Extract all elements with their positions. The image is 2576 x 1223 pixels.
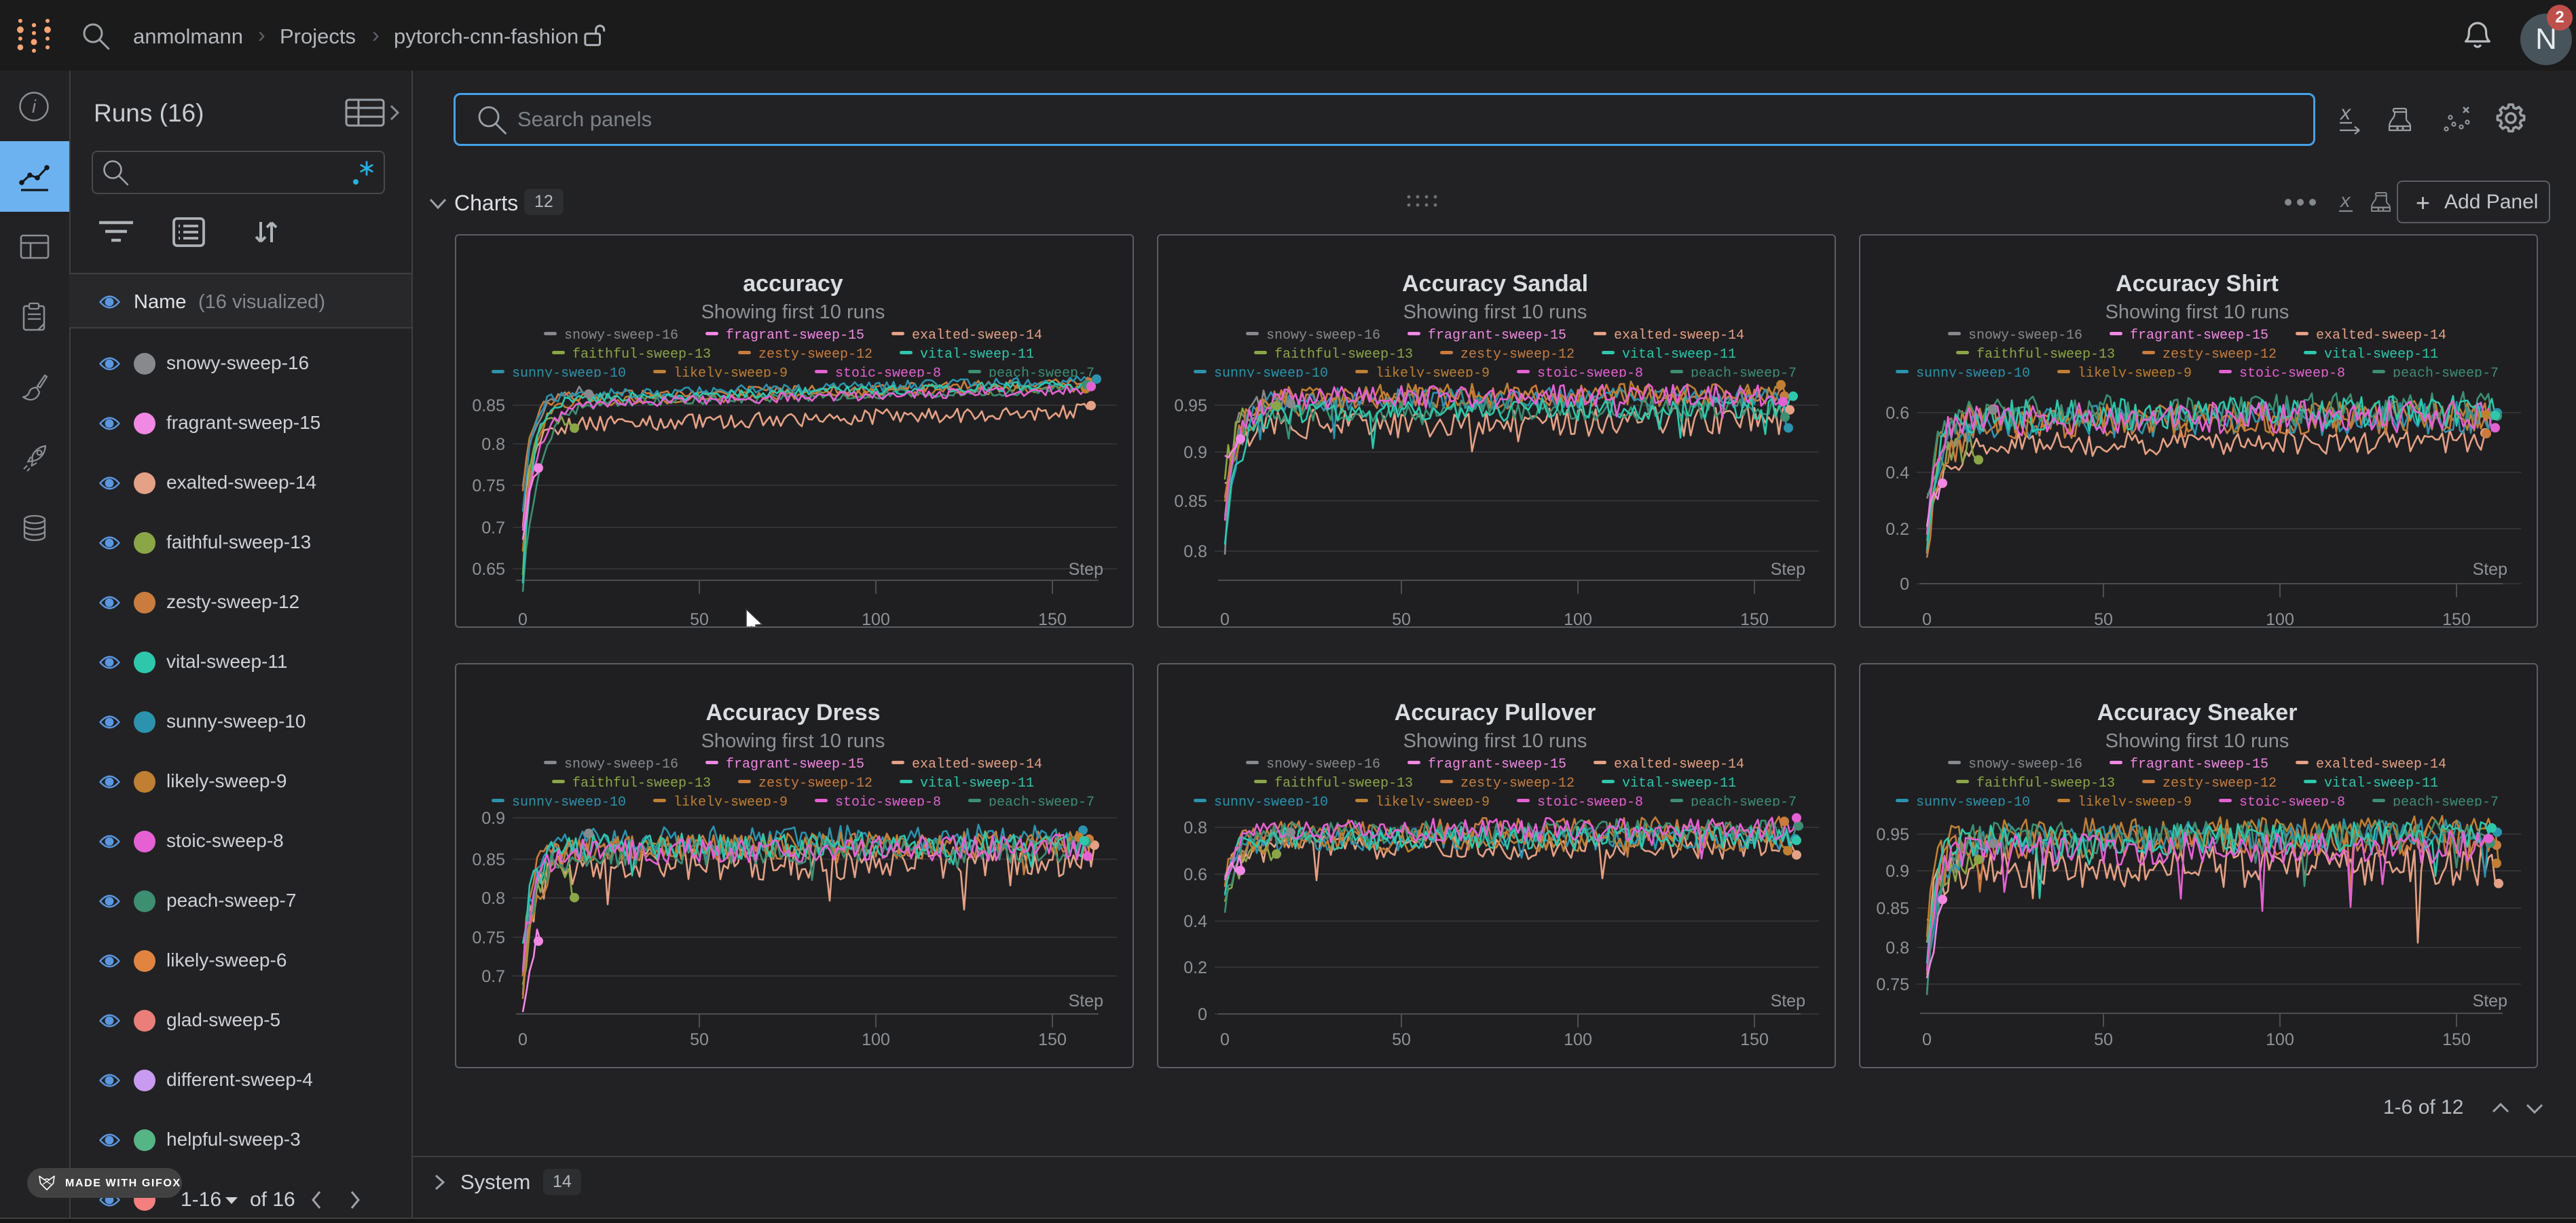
svg-text:0.75: 0.75 bbox=[472, 476, 505, 495]
svg-text:0.4: 0.4 bbox=[1183, 912, 1207, 931]
svg-text:0.6: 0.6 bbox=[1885, 404, 1909, 423]
svg-text:0: 0 bbox=[518, 610, 528, 628]
svg-text:0.2: 0.2 bbox=[1885, 520, 1909, 539]
svg-text:0: 0 bbox=[1900, 575, 1909, 594]
svg-text:0.8: 0.8 bbox=[481, 435, 505, 454]
svg-text:100: 100 bbox=[2266, 610, 2294, 628]
svg-text:150: 150 bbox=[1740, 1030, 1769, 1049]
svg-text:Step: Step bbox=[1771, 992, 1805, 1011]
svg-text:0.7: 0.7 bbox=[481, 519, 505, 538]
svg-text:50: 50 bbox=[1392, 610, 1411, 628]
svg-text:0.85: 0.85 bbox=[1174, 492, 1207, 511]
svg-text:Step: Step bbox=[2473, 560, 2507, 579]
svg-text:150: 150 bbox=[2442, 610, 2471, 628]
svg-text:100: 100 bbox=[862, 1030, 890, 1049]
svg-text:0: 0 bbox=[1922, 610, 1932, 628]
svg-text:x: x bbox=[2339, 190, 2351, 212]
svg-text:0.8: 0.8 bbox=[1183, 542, 1207, 561]
svg-text:0.85: 0.85 bbox=[472, 850, 505, 869]
svg-text:50: 50 bbox=[690, 1030, 709, 1049]
svg-text:0: 0 bbox=[1922, 1030, 1932, 1049]
svg-text:0.8: 0.8 bbox=[1183, 819, 1207, 838]
svg-text:0.6: 0.6 bbox=[1183, 865, 1207, 884]
svg-text:x: x bbox=[2339, 102, 2351, 124]
svg-text:0: 0 bbox=[1220, 610, 1230, 628]
svg-text:0.4: 0.4 bbox=[1885, 464, 1909, 483]
svg-text:150: 150 bbox=[2442, 1030, 2471, 1049]
svg-text:150: 150 bbox=[1038, 610, 1067, 628]
svg-text:50: 50 bbox=[1392, 1030, 1411, 1049]
svg-text:0.8: 0.8 bbox=[481, 889, 505, 908]
svg-text:Step: Step bbox=[1069, 560, 1103, 579]
svg-text:150: 150 bbox=[1038, 1030, 1067, 1049]
svg-text:0.2: 0.2 bbox=[1183, 958, 1207, 977]
svg-text:0: 0 bbox=[1198, 1005, 1207, 1024]
svg-text:Step: Step bbox=[1771, 560, 1805, 579]
svg-text:150: 150 bbox=[1740, 610, 1769, 628]
svg-text:50: 50 bbox=[2094, 610, 2113, 628]
svg-text:0.75: 0.75 bbox=[1876, 975, 1909, 994]
svg-text:0.65: 0.65 bbox=[472, 560, 505, 579]
svg-text:i: i bbox=[32, 96, 37, 117]
svg-text:0.9: 0.9 bbox=[481, 809, 505, 828]
svg-text:0.95: 0.95 bbox=[1876, 825, 1909, 844]
svg-text:0.9: 0.9 bbox=[1183, 443, 1207, 462]
svg-text:0.75: 0.75 bbox=[472, 928, 505, 947]
svg-text:100: 100 bbox=[2266, 1030, 2294, 1049]
svg-text:0: 0 bbox=[1220, 1030, 1230, 1049]
svg-text:0.85: 0.85 bbox=[1876, 899, 1909, 918]
svg-text:0: 0 bbox=[518, 1030, 528, 1049]
svg-text:0.7: 0.7 bbox=[481, 967, 505, 986]
svg-text:Step: Step bbox=[2473, 992, 2507, 1011]
svg-text:0.9: 0.9 bbox=[1885, 862, 1909, 881]
svg-text:50: 50 bbox=[690, 610, 709, 628]
svg-text:0.85: 0.85 bbox=[472, 396, 505, 415]
svg-text:50: 50 bbox=[2094, 1030, 2113, 1049]
svg-text:100: 100 bbox=[862, 610, 890, 628]
svg-text:100: 100 bbox=[1564, 1030, 1592, 1049]
svg-text:0.95: 0.95 bbox=[1174, 396, 1207, 415]
svg-text:Step: Step bbox=[1069, 992, 1103, 1011]
svg-text:100: 100 bbox=[1564, 610, 1592, 628]
svg-text:0.8: 0.8 bbox=[1885, 939, 1909, 958]
